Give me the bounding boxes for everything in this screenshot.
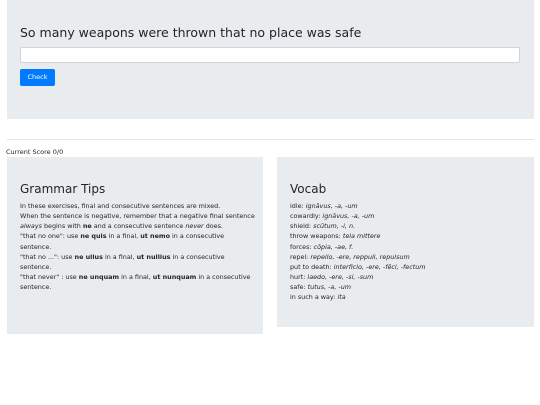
grammar-tips-panel: Grammar Tips In these exercises, final a… [7,157,263,334]
grammar-intro: In these exercises, final and consecutiv… [20,202,221,210]
vocab-panel: Vocab idle: ignāvus, -a, -um cowardly: i… [277,157,534,327]
vocab-item: forces: cōpia, -ae, f. [290,242,354,251]
grammar-rule: "that never" : use ne unquam in a final,… [20,273,251,292]
vocab-item: cowardly: ignāvus, -a, -um [290,212,375,221]
vocab-item: throw weapons: tela mittere [290,232,381,241]
grammar-tips-title: Grammar Tips [20,182,106,196]
vocab-item: in such a way: ita [290,293,346,302]
divider [7,139,534,140]
check-button[interactable]: Check [20,69,55,86]
score-label: Current Score [6,148,51,156]
exercise-panel: So many weapons were thrown that no plac… [7,0,534,119]
vocab-item: safe: tutus, -a, -um [290,283,351,292]
grammar-negative-tip: When the sentence is negative, remember … [20,212,255,231]
vocab-item: hurt: laedo, -ere, -si, -sum [290,273,374,282]
vocab-list: idle: ignāvus, -a, -um cowardly: ignāvus… [290,201,526,303]
score-value: 0/0 [52,148,64,156]
vocab-item: put to death: interficio, -ere, -fēci, -… [290,262,426,271]
current-score: Current Score 0/0 [6,148,63,156]
vocab-item: shield: scūtum, -i, n. [290,222,356,231]
exercise-sentence: So many weapons were thrown that no plac… [20,25,362,40]
vocab-title: Vocab [290,182,327,196]
grammar-rule: "that no ...": use ne ullus in a final, … [20,252,225,271]
vocab-item: idle: ignāvus, -a, -um [290,202,358,210]
answer-input[interactable] [20,47,520,63]
grammar-tips-body: In these exercises, final and consecutiv… [20,201,256,292]
grammar-rule: "that no one": use ne quis in a final, u… [20,232,225,251]
vocab-item: repel: repello, -ere, reppuli, repulsum [290,252,410,261]
